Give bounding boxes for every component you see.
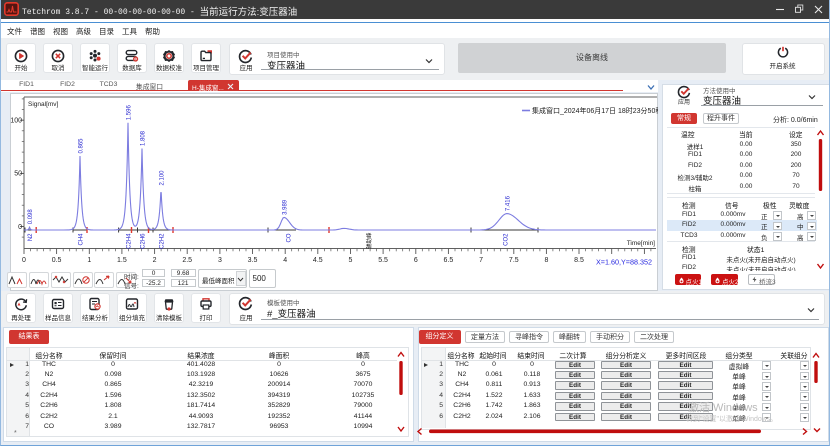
svg-text:CH4: CH4 (79, 233, 85, 246)
svg-text:0: 0 (22, 257, 26, 264)
svg-text:8: 8 (544, 257, 548, 264)
svg-text:1: 1 (87, 257, 91, 264)
svg-text:1.596: 1.596 (127, 105, 133, 121)
svg-text:5: 5 (349, 257, 353, 264)
svg-text:0: 0 (18, 224, 22, 231)
svg-text:0.865: 0.865 (79, 138, 85, 154)
svg-text:C2H6: C2H6 (141, 233, 147, 249)
svg-text:0.5: 0.5 (52, 257, 62, 264)
svg-text:集成窗口_2024年06月17日 18时23分50秒: 集成窗口_2024年06月17日 18时23分50秒 (532, 106, 658, 115)
svg-text:X=1.60,Y=88.352: X=1.60,Y=88.352 (596, 258, 652, 267)
svg-text:C2H4: C2H4 (127, 233, 133, 249)
svg-text:N2: N2 (28, 233, 34, 241)
svg-text:3: 3 (218, 257, 222, 264)
svg-text:2.5: 2.5 (182, 257, 192, 264)
svg-text:6: 6 (414, 257, 418, 264)
svg-text:5.5: 5.5 (378, 257, 388, 264)
svg-text:Signal[mv]: Signal[mv] (28, 101, 59, 108)
svg-text:4: 4 (283, 257, 287, 264)
svg-text:辅助峰: 辅助峰 (365, 232, 373, 249)
svg-text:2.100: 2.100 (160, 170, 166, 186)
svg-text:8.5: 8.5 (574, 257, 584, 264)
svg-text:7.416: 7.416 (506, 195, 512, 211)
svg-text:Time[min]: Time[min] (627, 240, 655, 247)
svg-text:50: 50 (14, 171, 22, 178)
svg-text:4.5: 4.5 (313, 257, 323, 264)
svg-text:1.808: 1.808 (141, 130, 147, 146)
svg-text:7: 7 (479, 257, 483, 264)
svg-text:1.5: 1.5 (117, 257, 127, 264)
svg-text:7.5: 7.5 (509, 257, 519, 264)
svg-text:0.098: 0.098 (28, 209, 34, 225)
svg-text:C2H2: C2H2 (160, 233, 166, 249)
svg-text:CO: CO (287, 233, 293, 242)
svg-text:CO2: CO2 (504, 233, 510, 246)
svg-text:6.5: 6.5 (444, 257, 454, 264)
svg-text:3.5: 3.5 (248, 257, 258, 264)
svg-text:3.989: 3.989 (283, 199, 289, 215)
svg-text:100: 100 (10, 118, 22, 125)
svg-text:2: 2 (153, 257, 157, 264)
